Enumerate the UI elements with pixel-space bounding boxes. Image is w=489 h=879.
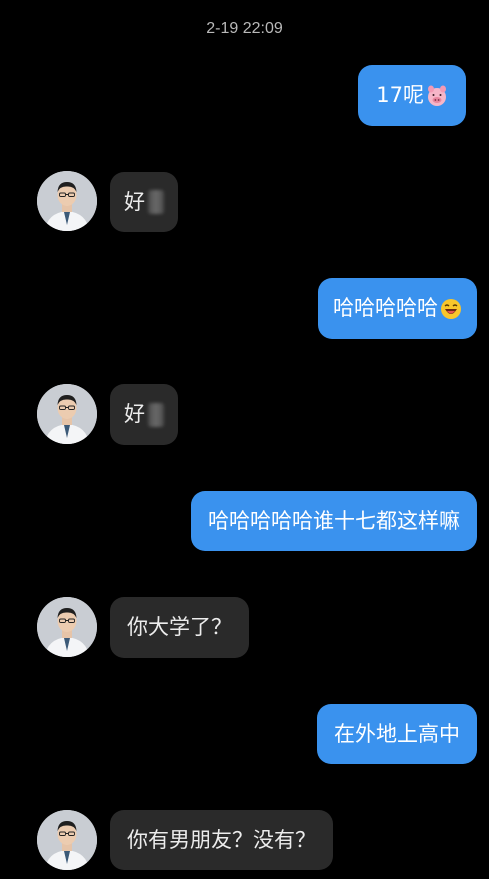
message-outgoing: 17呢	[358, 65, 466, 126]
message-outgoing: 哈哈哈哈哈	[318, 278, 477, 339]
contact-avatar[interactable]	[37, 597, 97, 657]
message-bubble[interactable]: 17呢	[358, 65, 466, 126]
message-incoming: 你有男朋友？没有？	[110, 810, 333, 870]
message-bubble[interactable]: 你有男朋友？没有？	[110, 810, 333, 870]
pig-face-icon	[426, 85, 448, 107]
chat-timestamp: 2-19 22:09	[206, 20, 283, 37]
redacted-blur	[148, 402, 164, 427]
message-text: 哈哈哈哈哈谁十七都这样嘛	[208, 508, 460, 533]
message-incoming: 好	[110, 384, 178, 445]
contact-avatar[interactable]	[37, 810, 97, 870]
message-bubble[interactable]: 哈哈哈哈哈谁十七都这样嘛	[191, 491, 477, 551]
message-incoming: 好	[110, 172, 178, 232]
contact-avatar[interactable]	[37, 384, 97, 444]
message-text: 好	[124, 402, 145, 426]
message-outgoing: 哈哈哈哈哈谁十七都这样嘛	[191, 491, 477, 551]
message-bubble[interactable]: 在外地上高中	[317, 704, 477, 764]
contact-avatar[interactable]	[37, 171, 97, 231]
message-bubble[interactable]: 哈哈哈哈哈	[318, 278, 477, 339]
message-text: 好	[124, 189, 145, 214]
message-outgoing: 在外地上高中	[317, 704, 477, 764]
message-text: 在外地上高中	[334, 721, 460, 746]
message-text: 17呢	[376, 83, 424, 107]
message-bubble[interactable]: 你大学了？	[110, 597, 249, 658]
message-text: 你有男朋友？没有？	[127, 827, 316, 852]
message-bubble[interactable]: 好	[110, 384, 178, 445]
redacted-blur	[148, 190, 164, 214]
message-text: 你大学了？	[127, 615, 232, 639]
message-incoming: 你大学了？	[110, 597, 249, 658]
message-text: 哈哈哈哈哈	[333, 296, 438, 320]
message-bubble[interactable]: 好	[110, 172, 178, 232]
laughing-face-icon	[440, 298, 462, 320]
